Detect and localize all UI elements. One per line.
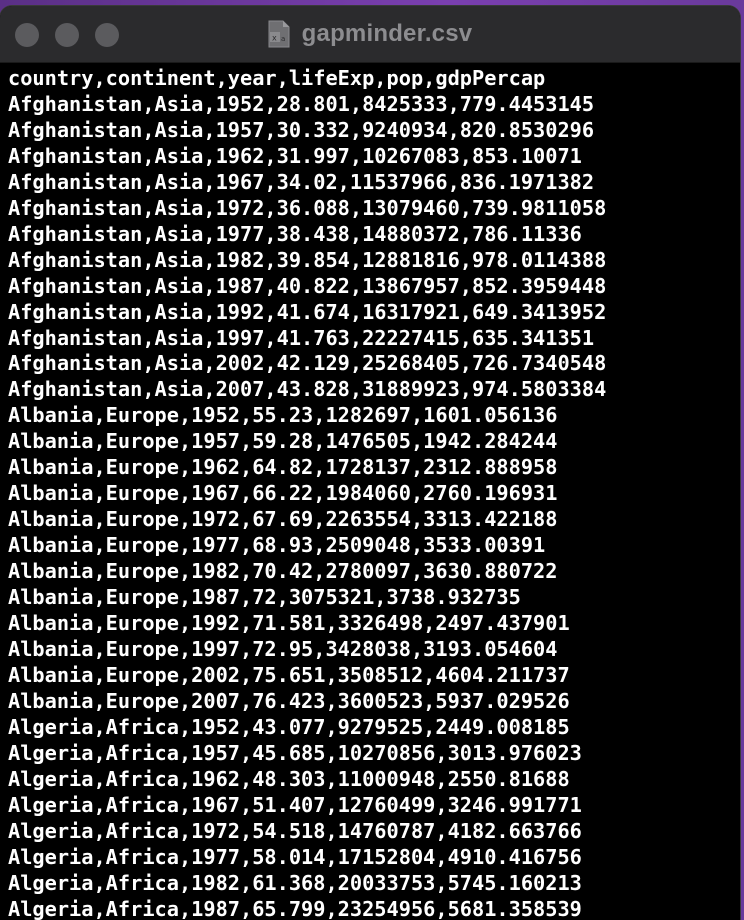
- csv-line: Albania,Europe,1982,70.42,2780097,3630.8…: [8, 559, 558, 584]
- svg-text:a: a: [281, 35, 285, 43]
- file-content[interactable]: country,continent,year,lifeExp,pop,gdpPe…: [8, 66, 736, 920]
- csv-line: Albania,Europe,1997,72.95,3428038,3193.0…: [8, 636, 558, 661]
- csv-line: Afghanistan,Asia,1967,34.02,11537966,836…: [8, 169, 595, 194]
- quicklook-window: x a gapminder.csv country,continent,year…: [0, 6, 740, 920]
- csv-line: Afghanistan,Asia,1962,31.997,10267083,85…: [8, 143, 582, 168]
- csv-line: Algeria,Africa,1957,45.685,10270856,3013…: [8, 740, 582, 765]
- csv-line: Afghanistan,Asia,1972,36.088,13079460,73…: [8, 195, 607, 220]
- csv-header-line: country,continent,year,lifeExp,pop,gdpPe…: [8, 66, 546, 90]
- csv-line: Albania,Europe,1967,66.22,1984060,2760.1…: [8, 481, 558, 506]
- csv-line: Albania,Europe,2002,75.651,3508512,4604.…: [8, 662, 570, 687]
- csv-line: Albania,Europe,1992,71.581,3326498,2497.…: [8, 611, 570, 636]
- csv-line: Algeria,Africa,1952,43.077,9279525,2449.…: [8, 714, 570, 739]
- csv-line: Afghanistan,Asia,1987,40.822,13867957,85…: [8, 273, 607, 298]
- csv-line: Algeria,Africa,1972,54.518,14760787,4182…: [8, 818, 582, 843]
- csv-line: Afghanistan,Asia,1997,41.763,22227415,63…: [8, 325, 595, 350]
- title-group: x a gapminder.csv: [0, 16, 740, 52]
- title-bar[interactable]: x a gapminder.csv: [0, 6, 740, 63]
- csv-line: Algeria,Africa,1962,48.303,11000948,2550…: [8, 766, 570, 791]
- csv-line: Afghanistan,Asia,2002,42.129,25268405,72…: [8, 351, 607, 376]
- csv-line: Albania,Europe,1962,64.82,1728137,2312.8…: [8, 455, 558, 480]
- csv-line: Algeria,Africa,1987,65.799,23254956,5681…: [8, 896, 582, 920]
- csv-line: Afghanistan,Asia,1952,28.801,8425333,779…: [8, 91, 595, 116]
- csv-line: Albania,Europe,1972,67.69,2263554,3313.4…: [8, 507, 558, 532]
- csv-line: Afghanistan,Asia,1977,38.438,14880372,78…: [8, 221, 582, 246]
- csv-line: Afghanistan,Asia,2007,43.828,31889923,97…: [8, 377, 607, 402]
- csv-line: Albania,Europe,2007,76.423,3600523,5937.…: [8, 688, 570, 713]
- csv-line: Algeria,Africa,1967,51.407,12760499,3246…: [8, 792, 582, 817]
- csv-line: Albania,Europe,1977,68.93,2509048,3533.0…: [8, 533, 546, 558]
- svg-text:x: x: [272, 34, 277, 43]
- csv-line: Algeria,Africa,1982,61.368,20033753,5745…: [8, 870, 582, 895]
- csv-line: Albania,Europe,1957,59.28,1476505,1942.2…: [8, 429, 558, 454]
- csv-line: Albania,Europe,1987,72,3075321,3738.9327…: [8, 585, 521, 610]
- csv-line: Algeria,Africa,1977,58.014,17152804,4910…: [8, 844, 582, 869]
- csv-line: Albania,Europe,1952,55.23,1282697,1601.0…: [8, 403, 558, 428]
- csv-line: Afghanistan,Asia,1992,41.674,16317921,64…: [8, 299, 607, 324]
- csv-document-icon: x a: [268, 20, 290, 48]
- window-title: gapminder.csv: [301, 20, 473, 47]
- csv-line: Afghanistan,Asia,1982,39.854,12881816,97…: [8, 247, 607, 272]
- csv-line: Afghanistan,Asia,1957,30.332,9240934,820…: [8, 117, 595, 142]
